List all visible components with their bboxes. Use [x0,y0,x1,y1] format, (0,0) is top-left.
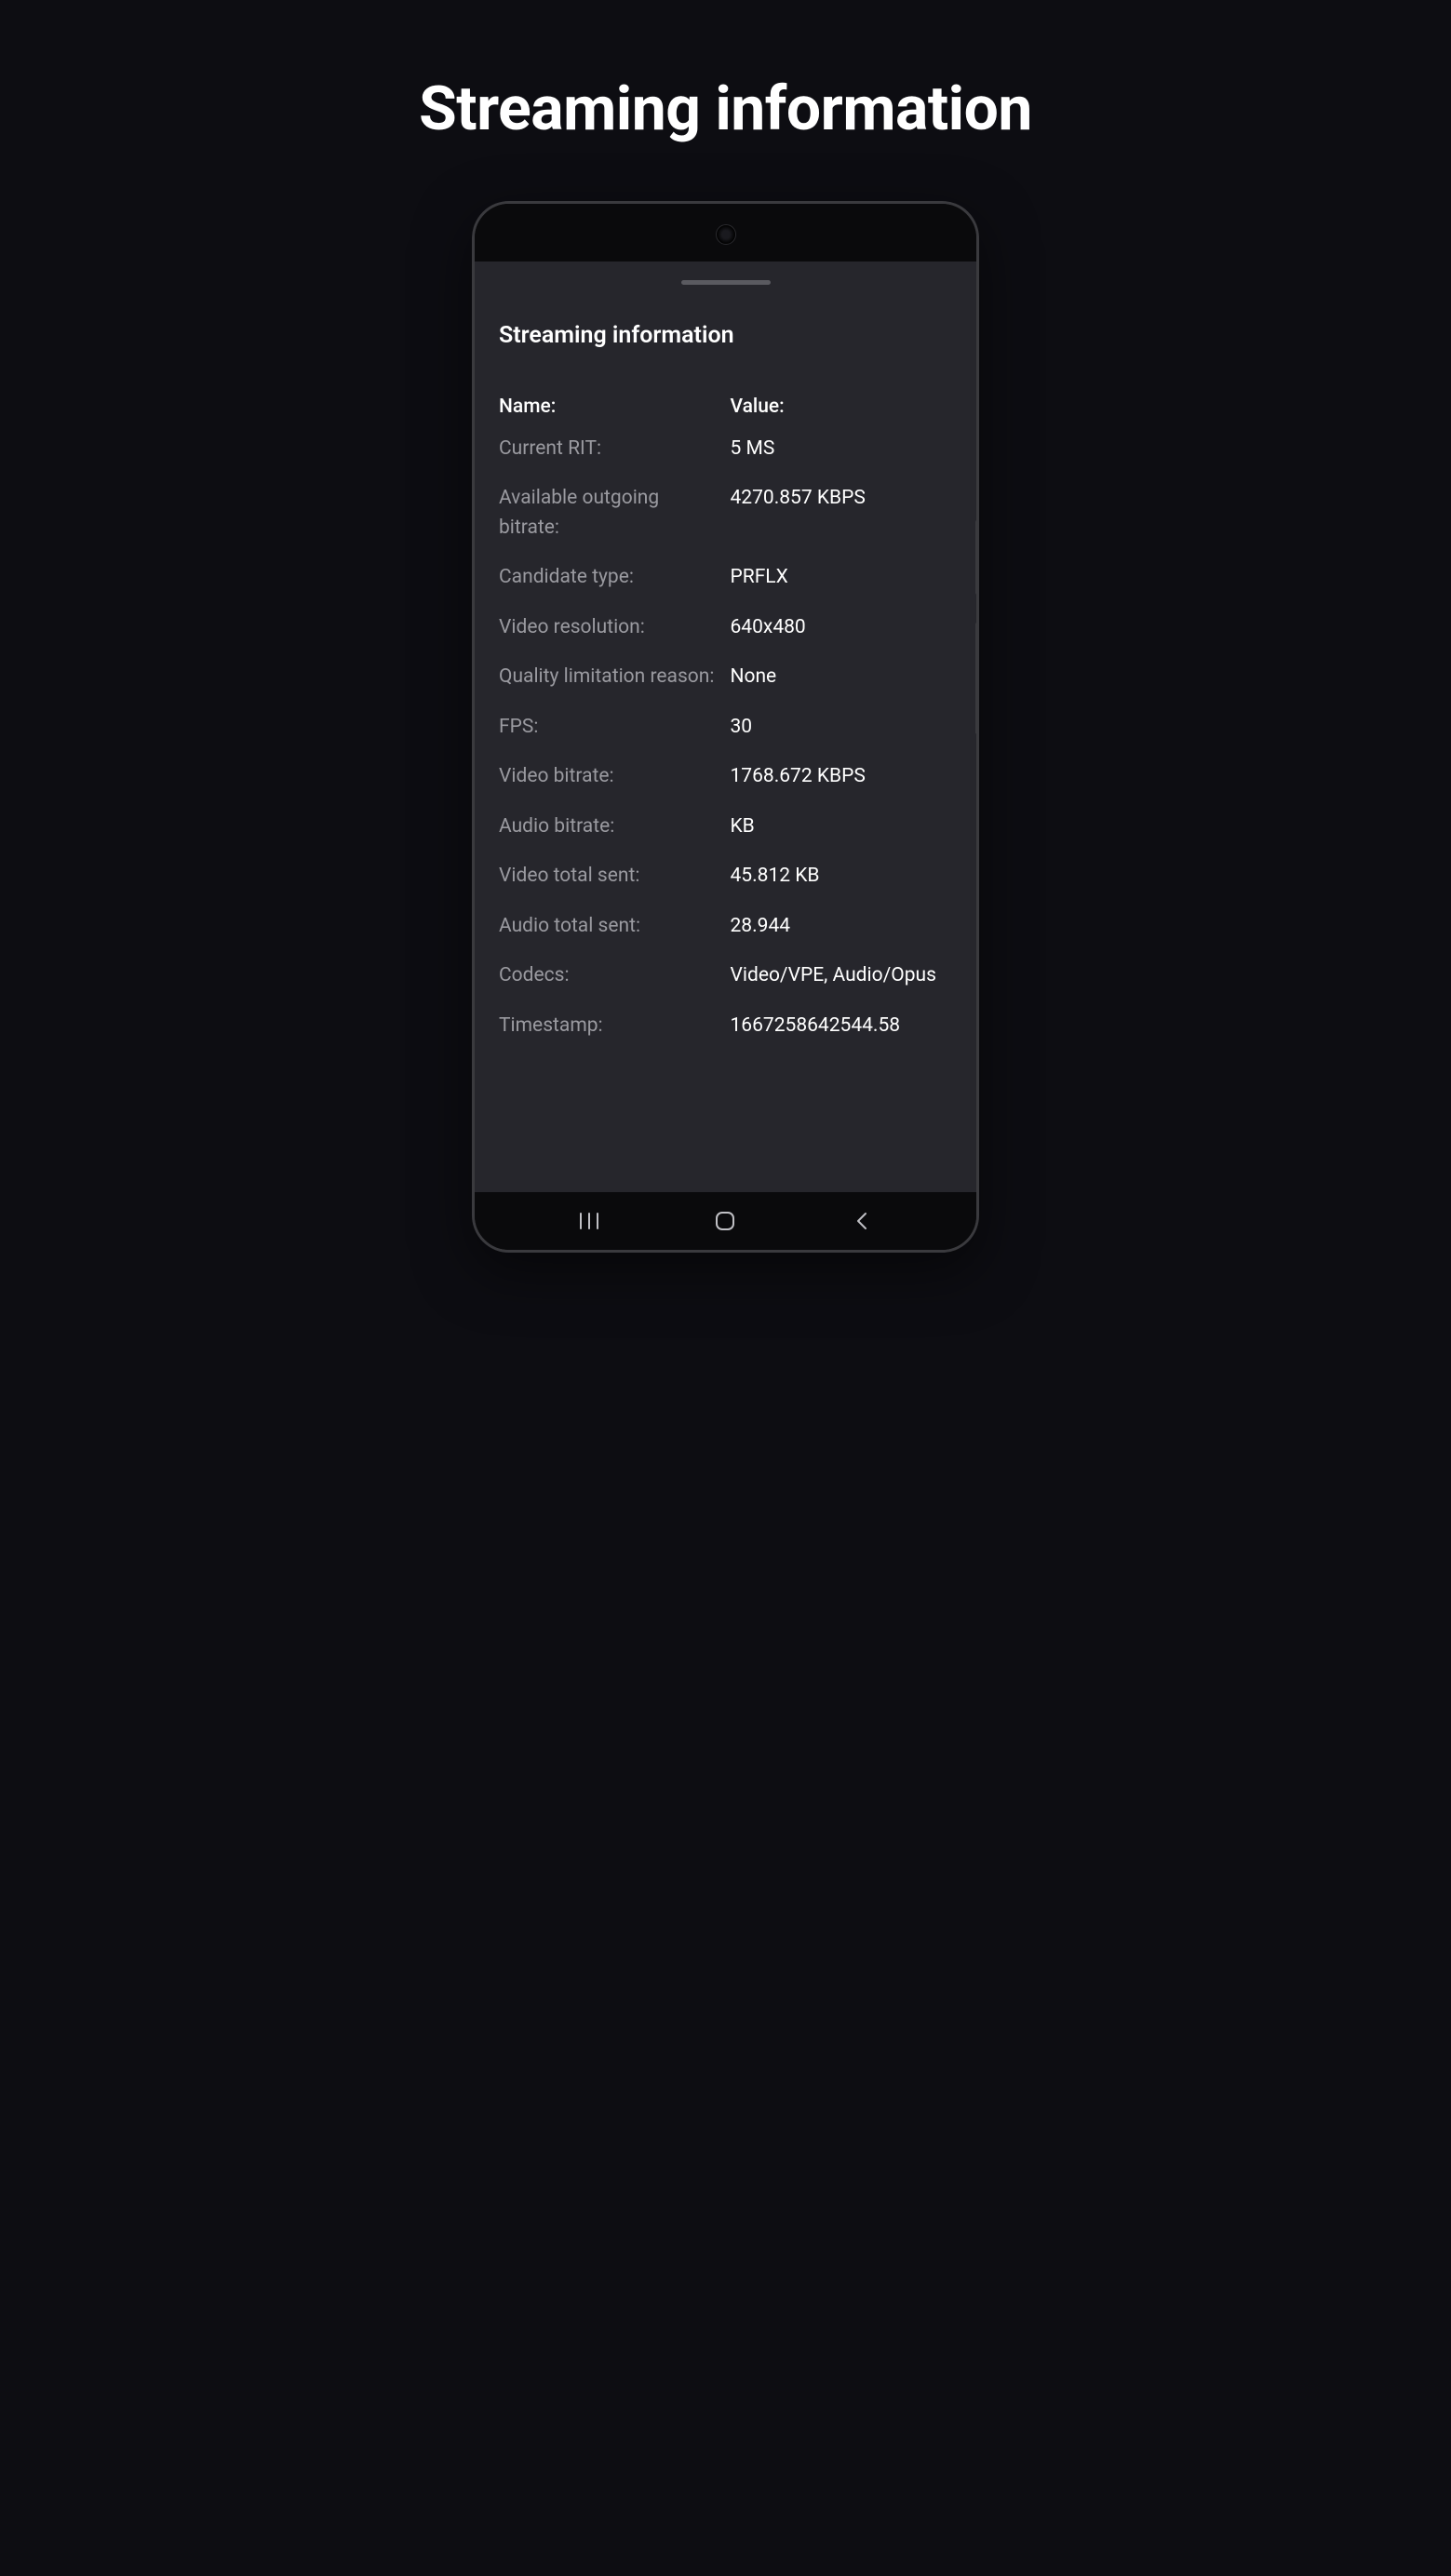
row-value: 5 MS [731,435,953,464]
row-value: 45.812 KB [731,862,953,892]
recents-icon [579,1212,599,1230]
row-label: Codecs: [499,961,721,991]
row-label: Audio total sent: [499,912,721,942]
row-label: Video bitrate: [499,762,721,792]
info-table: Name: Value: Current RIT: 5 MS Available… [499,396,952,1062]
phone-frame: Streaming information Name: Value: Curre… [472,201,979,1253]
table-header-value: Value: [731,396,953,418]
row-value: Video/VPE, Audio/Opus [731,961,953,991]
phone-volume-button [975,623,979,734]
row-label: Timestamp: [499,1012,721,1041]
row-value: 4270.857 KBPS [731,484,953,543]
panel-title: Streaming information [499,322,952,349]
back-button[interactable] [843,1202,880,1240]
row-value: 28.944 [731,912,953,942]
back-icon [855,1210,868,1232]
row-value: 1768.672 KBPS [731,762,953,792]
bottom-sheet[interactable] [475,262,976,303]
row-label: Video resolution: [499,613,721,643]
home-icon [714,1210,736,1232]
streaming-info-panel: Streaming information Name: Value: Curre… [475,303,976,1080]
row-value: 1667258642544.58 [731,1012,953,1041]
row-label: Audio bitrate: [499,812,721,842]
table-header-name: Name: [499,396,721,418]
row-label: FPS: [499,713,721,743]
phone-side-button [975,520,979,595]
android-nav-bar [475,1192,976,1250]
phone-screen-content: Streaming information Name: Value: Curre… [475,262,976,1192]
row-label: Current RIT: [499,435,721,464]
page-title: Streaming information [419,74,1032,145]
row-label: Available outgoing bitrate: [499,484,721,543]
phone-camera-notch [716,224,736,245]
row-value: 640x480 [731,613,953,643]
row-label: Quality limitation reason: [499,663,721,692]
row-value: PRFLX [731,563,953,593]
row-value: KB [731,812,953,842]
drag-handle-icon [681,280,771,285]
recents-button[interactable] [571,1202,608,1240]
row-label: Candidate type: [499,563,721,593]
row-value: 30 [731,713,953,743]
row-value: None [731,663,953,692]
row-label: Video total sent: [499,862,721,892]
home-button[interactable] [706,1202,744,1240]
